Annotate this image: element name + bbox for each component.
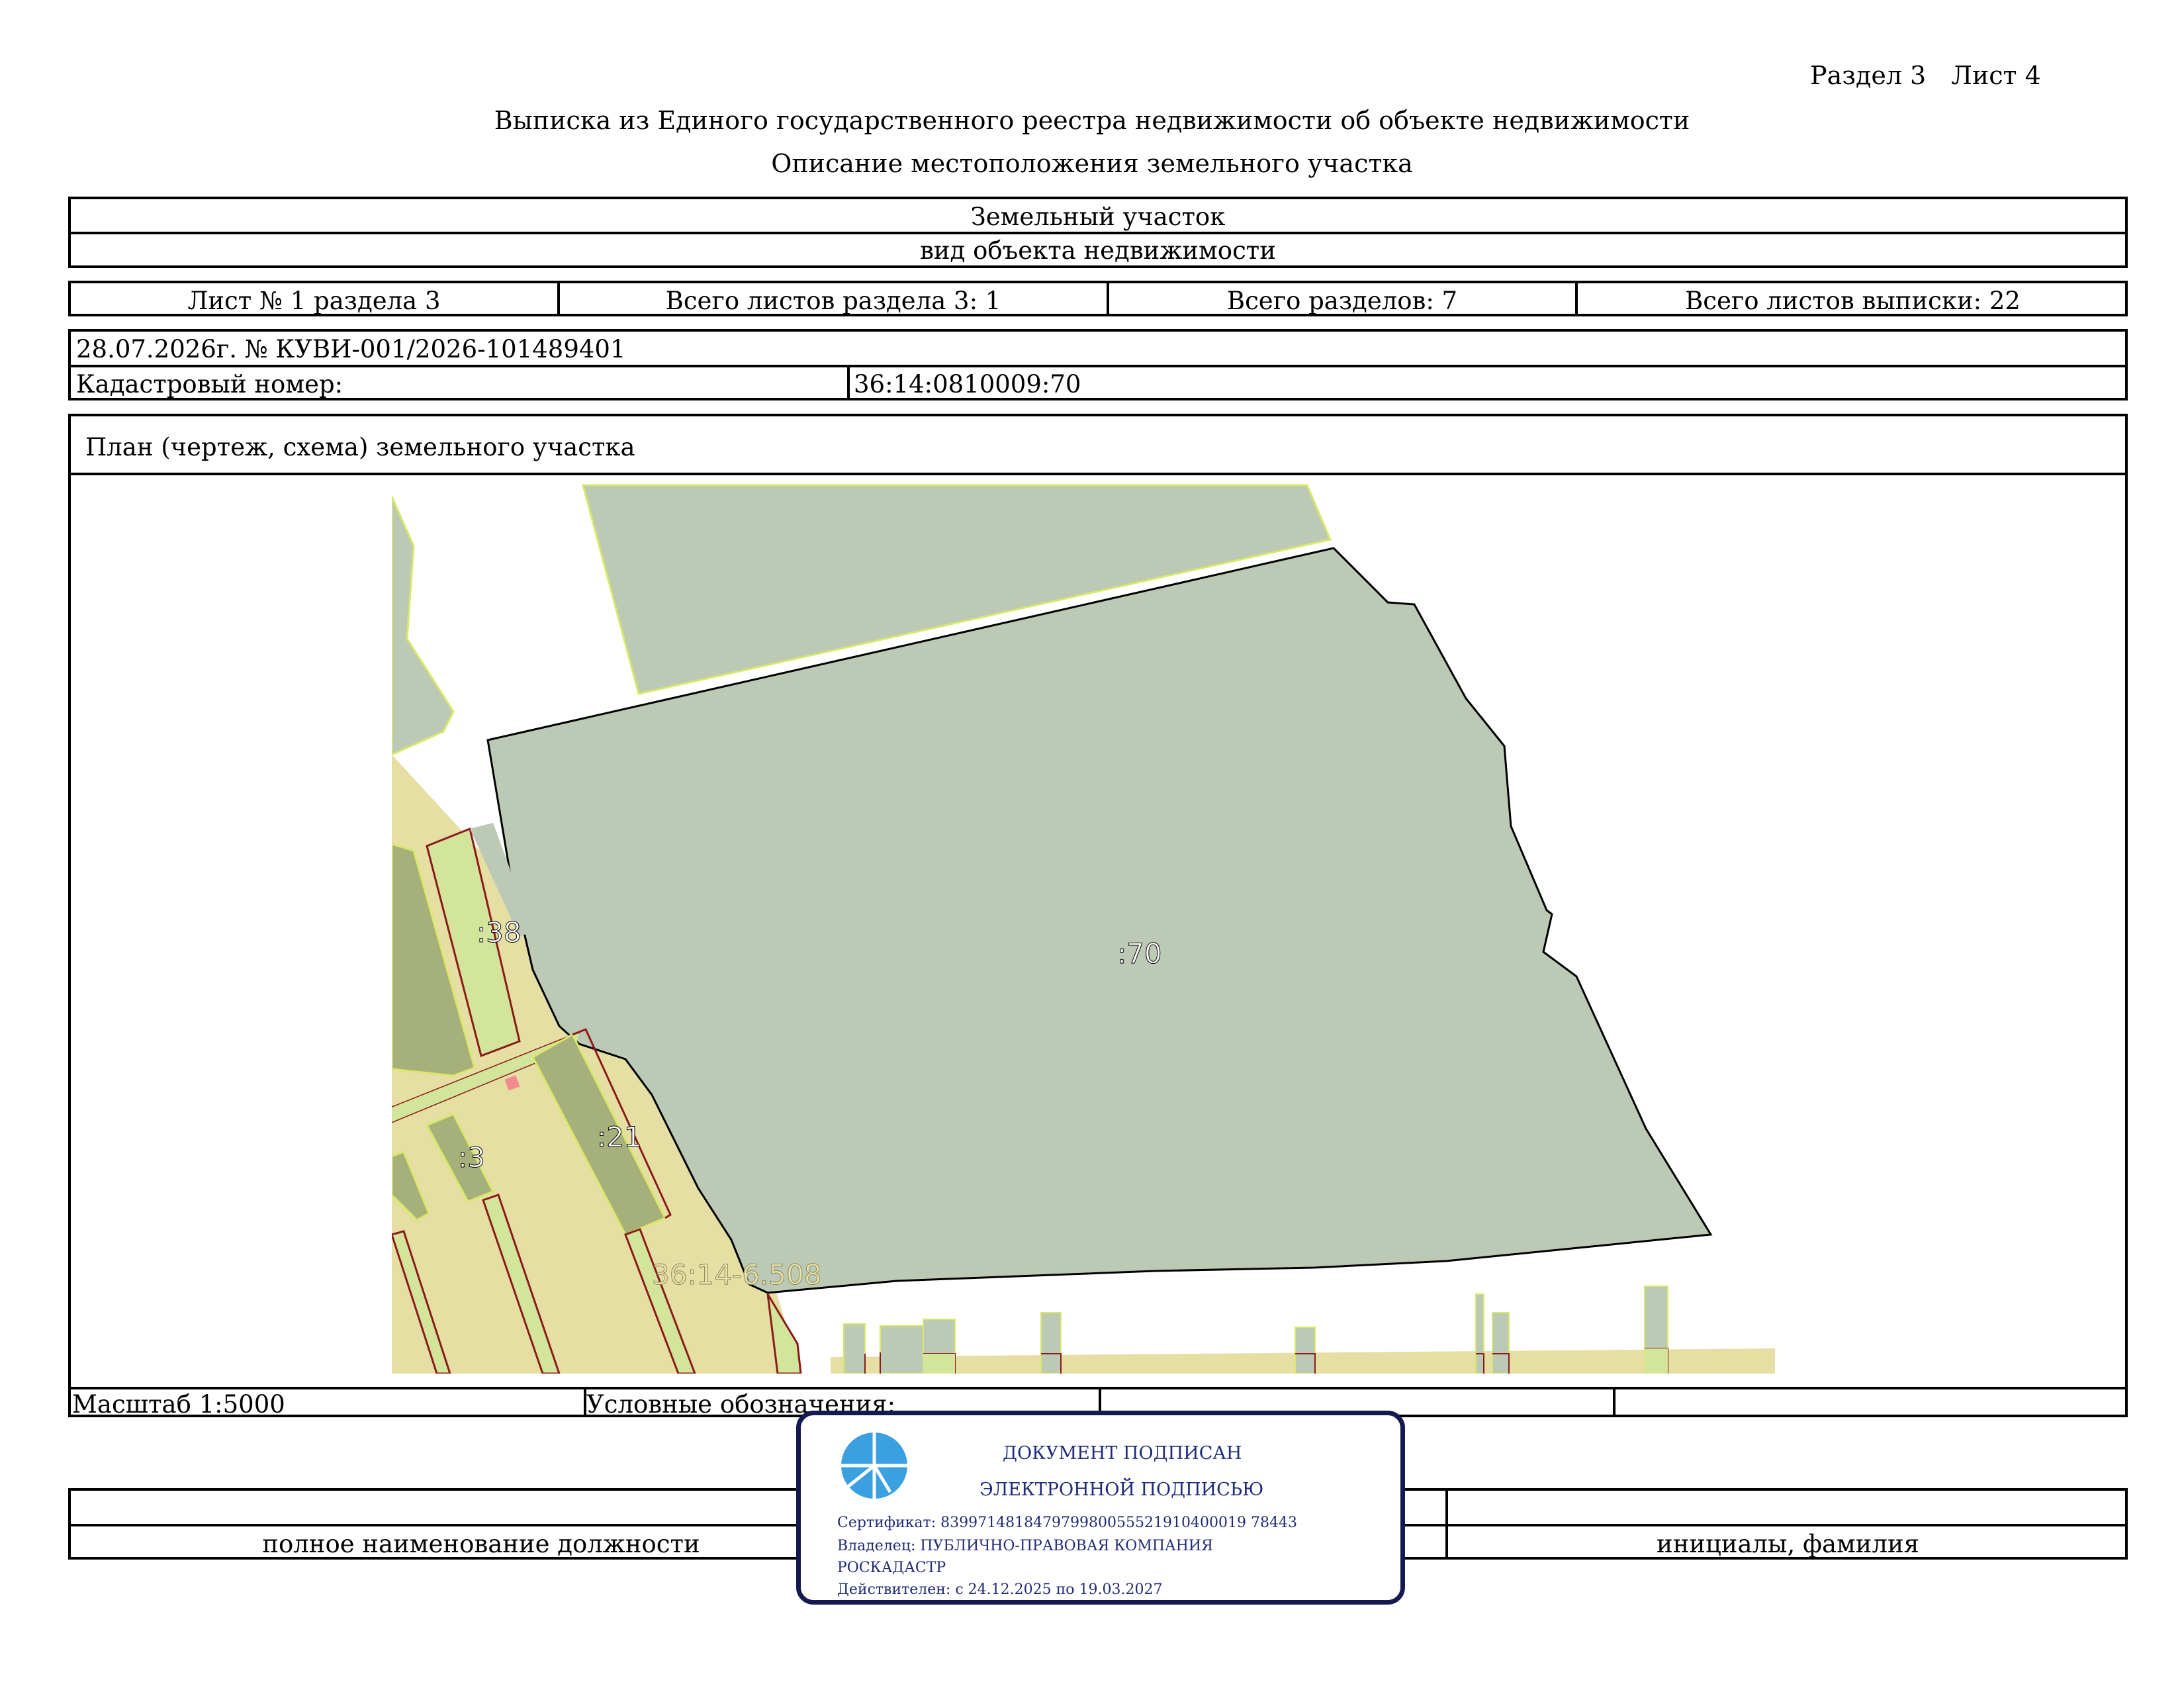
stamp-owner-2: РОСКАДАСТР bbox=[837, 1560, 946, 1576]
document-title: Выписка из Единого государственного реес… bbox=[494, 106, 1690, 135]
name-caption: инициалы, фамилия bbox=[1657, 1530, 1919, 1558]
parcel-left-top bbox=[392, 496, 455, 756]
label-zone: 36:14-6.508 bbox=[652, 1258, 821, 1291]
building-1 bbox=[843, 1323, 866, 1374]
stamp-line-2: ЭЛЕКТРОННОЙ ПОДПИСЬЮ bbox=[979, 1479, 1264, 1500]
building-5 bbox=[1295, 1327, 1316, 1374]
sheets-table: Лист № 1 раздела 3 Всего листов раздела … bbox=[68, 281, 2128, 316]
section-sheet-label: Раздел 3 Лист 4 bbox=[1810, 61, 2041, 90]
stamp-owner: Владелец: ПУБЛИЧНО-ПРАВОВАЯ КОМПАНИЯ bbox=[837, 1538, 1213, 1554]
building-6 bbox=[1475, 1293, 1484, 1374]
scale-label: Масштаб 1:5000 bbox=[72, 1390, 285, 1419]
label-parcel-21: :21 bbox=[597, 1121, 642, 1153]
sheet-number: Лист № 1 раздела 3 bbox=[187, 287, 441, 315]
label-parcel-38: :38 bbox=[477, 916, 522, 949]
cadastral-number-label: Кадастровый номер: bbox=[76, 370, 343, 399]
extract-date-number: 28.07.2026г. № КУВИ-001/2026-101489401 bbox=[76, 335, 626, 363]
electronic-signature-stamp: ДОКУМЕНТ ПОДПИСАН ЭЛЕКТРОННОЙ ПОДПИСЬЮ С… bbox=[796, 1411, 1405, 1605]
building-7 bbox=[1492, 1312, 1510, 1374]
stamp-certificate: Сертификат: 8399714818479799800555219104… bbox=[837, 1515, 1297, 1531]
label-parcel-3: :3 bbox=[458, 1141, 485, 1174]
position-caption: полное наименование должности bbox=[262, 1530, 700, 1558]
plan-map: :70 :38 :21 :3 36:14-6.508 bbox=[392, 484, 1775, 1374]
info-table: 28.07.2026г. № КУВИ-001/2026-101489401 К… bbox=[68, 329, 2128, 400]
total-section-sheets: Всего листов раздела 3: 1 bbox=[665, 287, 1001, 315]
sheet-label: Лист 4 bbox=[1951, 61, 2041, 90]
building-4 bbox=[1040, 1312, 1062, 1374]
section-label: Раздел 3 bbox=[1810, 61, 1927, 90]
total-extract-sheets: Всего листов выписки: 22 bbox=[1685, 287, 2021, 315]
object-type-table: Земельный участок вид объекта недвижимос… bbox=[68, 197, 2128, 268]
stamp-valid: Действителен: с 24.12.2025 по 19.03.2027 bbox=[837, 1581, 1163, 1598]
object-caption: вид объекта недвижимости bbox=[920, 236, 1276, 265]
bottom-small-fill bbox=[923, 1354, 955, 1374]
total-sections: Всего разделов: 7 bbox=[1226, 287, 1458, 315]
document-subtitle: Описание местоположения земельного участ… bbox=[771, 149, 1413, 178]
object-name: Земельный участок bbox=[970, 203, 1226, 231]
label-parcel-70: :70 bbox=[1117, 937, 1162, 970]
plan-title: План (чертеж, схема) земельного участка bbox=[85, 433, 635, 461]
stamp-line-1: ДОКУМЕНТ ПОДПИСАН bbox=[1003, 1443, 1242, 1464]
rosreestr-logo-icon bbox=[840, 1432, 907, 1499]
bottom-small-fill-2 bbox=[1645, 1348, 1668, 1374]
cadastral-number-value: 36:14:0810009:70 bbox=[854, 370, 1081, 399]
building-2 bbox=[880, 1325, 924, 1374]
